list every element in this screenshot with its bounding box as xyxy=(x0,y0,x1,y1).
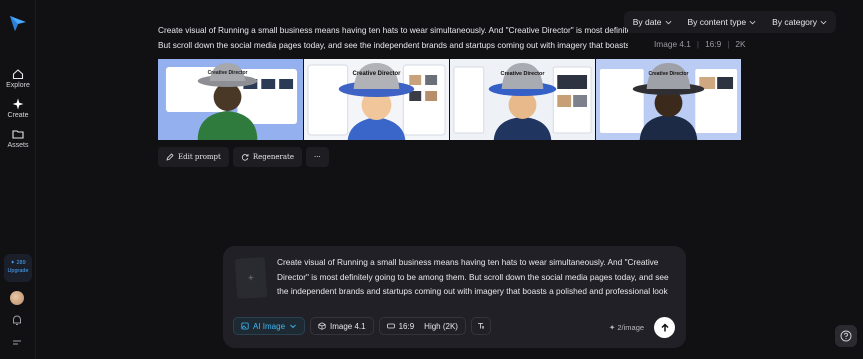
edit-prompt-button[interactable]: Edit prompt xyxy=(158,147,229,167)
generated-image[interactable]: Creative Director xyxy=(450,59,595,140)
generated-images: Creative Director Creative Director Crea… xyxy=(158,59,741,140)
regenerate-button[interactable]: Regenerate xyxy=(232,147,303,167)
hat-label: Creative Director xyxy=(208,70,248,76)
filter-label: By date xyxy=(632,17,662,27)
mode-label: AI Image xyxy=(253,321,286,331)
more-icon: ··· xyxy=(314,153,321,161)
filter-label: By category xyxy=(772,17,817,27)
credit-count: ✦ 289 xyxy=(10,260,26,266)
upgrade-button[interactable]: ✦ 289 Upgrade xyxy=(4,254,32,282)
sidebar-item-create[interactable]: Create xyxy=(0,98,36,119)
edit-icon xyxy=(166,153,174,161)
arrow-up-icon xyxy=(660,322,669,331)
ratio-label: 16:9 xyxy=(705,39,722,49)
filter-by-category[interactable]: By category xyxy=(765,13,834,31)
filter-by-content-type[interactable]: By content type xyxy=(681,13,764,31)
filter-bar: By date By content type By category xyxy=(623,11,836,33)
logo-icon[interactable] xyxy=(9,14,27,32)
bell-icon[interactable] xyxy=(10,313,24,327)
composer-toolbar: AI Image Image 4.1 16:9 High (2K) xyxy=(233,317,491,335)
quality-label: High (2K) xyxy=(424,321,458,331)
more-options-button[interactable]: ··· xyxy=(306,147,329,167)
sidebar: Explore Create Assets ✦ 289 Upgrade xyxy=(0,0,36,359)
regenerate-label: Regenerate xyxy=(252,153,295,161)
folder-icon xyxy=(12,130,24,139)
hat-label: Creative Director xyxy=(353,71,402,77)
generation-prompt: Create visual of Running a small busines… xyxy=(158,23,628,53)
prompt-line-2: But scroll down the social media pages t… xyxy=(158,40,628,50)
sidebar-item-label: Assets xyxy=(7,142,29,149)
generated-image[interactable]: Creative Director xyxy=(304,59,449,140)
chevron-down-icon xyxy=(749,20,756,24)
image-icon xyxy=(241,322,249,330)
generation-meta: Image 4.1 | 16:9 | 2K xyxy=(654,39,746,49)
prompt-composer: + Create visual of Running a small busin… xyxy=(223,246,686,348)
sparkle-icon xyxy=(12,98,24,110)
help-button[interactable] xyxy=(835,325,857,347)
generation-actions: Edit prompt Regenerate ··· xyxy=(158,147,329,167)
chevron-down-icon xyxy=(665,20,671,24)
text-icon xyxy=(477,323,484,329)
send-button[interactable] xyxy=(654,317,675,338)
generated-image[interactable]: Creative Director xyxy=(596,59,741,140)
edit-prompt-label: Edit prompt xyxy=(178,153,221,161)
app-window: Explore Create Assets ✦ 289 Upgrade By d… xyxy=(0,0,863,359)
credit-cost: ✦ 2/image xyxy=(609,323,645,332)
filter-label: By content type xyxy=(687,17,747,27)
avatar[interactable] xyxy=(10,291,24,305)
hat-label: Creative Director xyxy=(649,71,689,77)
resolution-label: 2K xyxy=(735,39,746,49)
prompt-input[interactable]: Create visual of Running a small busines… xyxy=(277,255,677,299)
question-icon xyxy=(840,330,852,342)
sidebar-item-label: Explore xyxy=(6,82,30,89)
chevron-down-icon xyxy=(820,20,827,24)
filter-by-date[interactable]: By date xyxy=(626,13,679,31)
prompt-line-1: Create visual of Running a small busines… xyxy=(158,25,628,35)
aspect-quality-selector[interactable]: 16:9 High (2K) xyxy=(378,317,466,335)
cube-icon xyxy=(318,322,326,330)
menu-icon[interactable] xyxy=(10,336,24,350)
chevron-down-icon xyxy=(290,324,296,329)
add-reference-image-button[interactable]: + xyxy=(234,257,268,299)
home-icon xyxy=(12,69,24,80)
ratio-label: 16:9 xyxy=(398,321,415,331)
mode-selector[interactable]: AI Image xyxy=(233,317,306,335)
model-label: Image 4.1 xyxy=(330,321,366,331)
plus-icon: + xyxy=(247,272,255,284)
generated-image[interactable]: Creative Director xyxy=(158,59,303,140)
aspect-ratio-icon xyxy=(386,323,395,329)
sidebar-item-label: Create xyxy=(7,112,29,119)
hat-label: Creative Director xyxy=(501,71,546,77)
model-label: Image 4.1 xyxy=(654,39,691,49)
text-format-button[interactable] xyxy=(470,317,491,335)
model-selector[interactable]: Image 4.1 xyxy=(310,317,374,335)
sidebar-item-explore[interactable]: Explore xyxy=(0,68,36,89)
refresh-icon xyxy=(241,154,249,161)
sidebar-item-assets[interactable]: Assets xyxy=(0,128,36,149)
upgrade-label: Upgrade xyxy=(7,268,29,274)
